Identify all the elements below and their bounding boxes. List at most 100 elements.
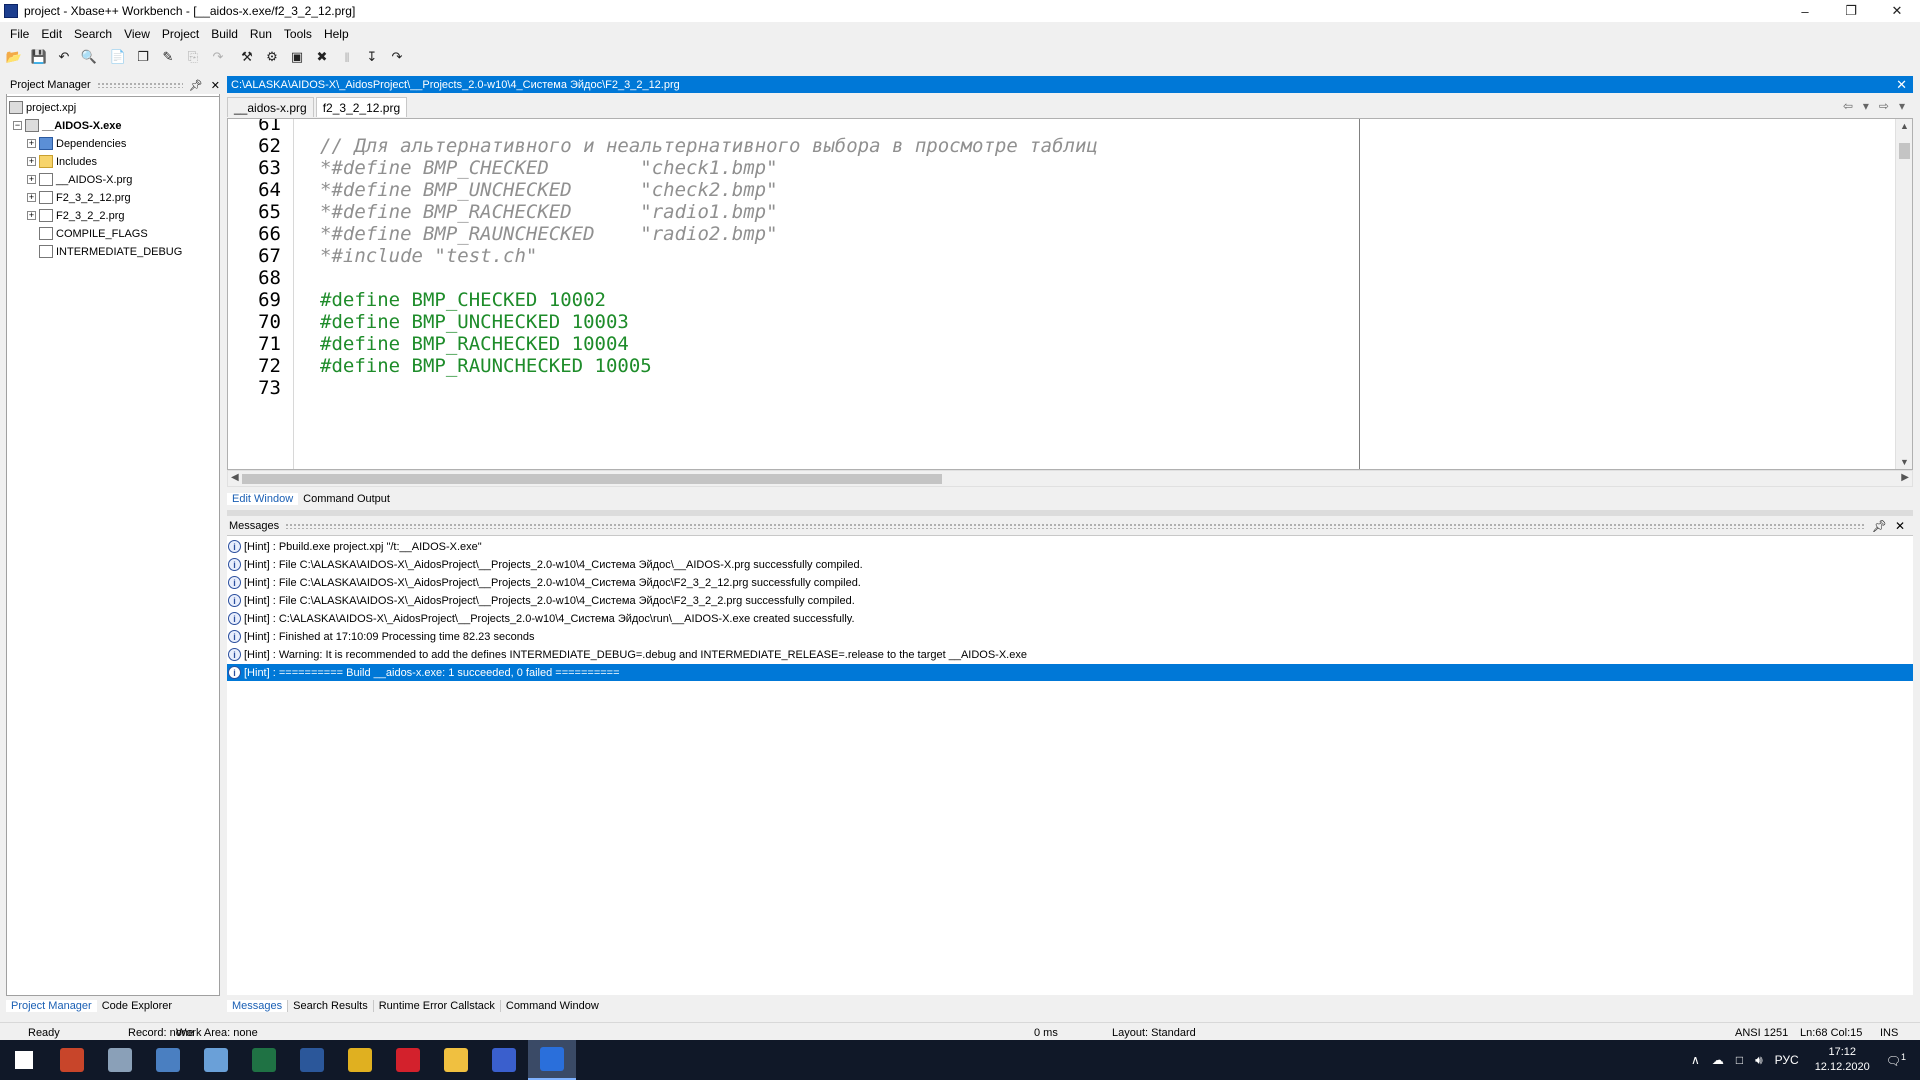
code-line[interactable]: #define BMP_RACHECKED 10004 <box>320 333 629 355</box>
arrow-left-icon[interactable]: ⇦ <box>1843 99 1853 113</box>
drag-handle[interactable] <box>285 523 1866 529</box>
pane-splitter[interactable] <box>227 510 1913 516</box>
winrar-icon[interactable] <box>48 1040 96 1080</box>
tree-node[interactable]: INTERMEDIATE_DEBUG <box>27 243 182 260</box>
tree-node[interactable]: − __AIDOS-X.exe <box>13 117 121 134</box>
code-line[interactable]: #define BMP_RAUNCHECKED 10005 <box>320 355 652 377</box>
app-globe-icon[interactable] <box>192 1040 240 1080</box>
message-row[interactable]: i [Hint] : File C:\ALASKA\AIDOS-X\_AidosP… <box>227 592 1913 609</box>
scroll-right-icon[interactable]: ▶ <box>1901 472 1909 483</box>
floppy-app-icon[interactable] <box>480 1040 528 1080</box>
edit-icon[interactable]: ✎ <box>158 47 178 67</box>
tab-runtime-error-callstack[interactable]: Runtime Error Callstack <box>374 1000 501 1012</box>
tab-project-manager[interactable]: Project Manager <box>6 1000 97 1012</box>
open-icon[interactable]: 📂 <box>4 47 24 67</box>
explorer-icon[interactable] <box>432 1040 480 1080</box>
expand-icon[interactable]: + <box>27 139 36 148</box>
app-tray-icon[interactable] <box>96 1040 144 1080</box>
close-icon[interactable]: ✕ <box>211 79 220 92</box>
save-icon[interactable]: 💾 <box>29 47 49 67</box>
close-icon[interactable]: ✕ <box>1896 77 1907 93</box>
message-row[interactable]: i [Hint] : File C:\ALASKA\AIDOS-X\_AidosP… <box>227 556 1913 573</box>
code-line[interactable]: *#include "test.ch" <box>320 245 537 267</box>
redo-icon[interactable]: ↷ <box>208 47 228 67</box>
code-line[interactable]: #define BMP_UNCHECKED 10003 <box>320 311 629 333</box>
excel-icon[interactable] <box>240 1040 288 1080</box>
expand-icon[interactable]: + <box>27 157 36 166</box>
paste-icon[interactable]: ⎘ <box>183 47 203 67</box>
tree-node[interactable]: + F2_3_2_12.prg <box>27 189 131 206</box>
calculator-icon[interactable] <box>144 1040 192 1080</box>
build-icon[interactable]: ⚒ <box>237 47 257 67</box>
tree-node[interactable]: + __AIDOS-X.prg <box>27 171 132 188</box>
step-over-icon[interactable]: ↷ <box>387 47 407 67</box>
menu-help[interactable]: Help <box>318 27 355 41</box>
opera-icon[interactable] <box>384 1040 432 1080</box>
expand-icon[interactable]: + <box>27 211 36 220</box>
tab-aidos-x-prg[interactable]: __aidos-x.prg <box>227 97 314 117</box>
arrow-right-icon[interactable]: ⇨ <box>1879 99 1889 113</box>
message-row[interactable]: i [Hint] : ========== Build __aidos-x.exe… <box>227 664 1913 681</box>
drag-handle[interactable] <box>96 82 183 88</box>
tab-f2-3-2-12-prg[interactable]: f2_3_2_12.prg <box>315 97 408 117</box>
collapse-icon[interactable]: − <box>13 121 22 130</box>
clock[interactable]: 17:12 12.12.2020 <box>1815 1045 1870 1075</box>
expand-icon[interactable]: + <box>27 175 36 184</box>
cloud-icon[interactable]: ☁ <box>1712 1053 1724 1067</box>
compile-icon[interactable]: ⚙ <box>262 47 282 67</box>
expand-icon[interactable]: + <box>27 193 36 202</box>
chevron-down-icon[interactable]: ▾ <box>1899 99 1905 113</box>
message-row[interactable]: i [Hint] : C:\ALASKA\AIDOS-X\_AidosProjec… <box>227 610 1913 627</box>
code-line[interactable]: *#define BMP_RACHECKED "radio1.bmp" <box>320 201 778 223</box>
restore-button[interactable]: ❐ <box>1828 0 1874 22</box>
volume-icon[interactable]: 🔊︎ <box>1755 1053 1763 1068</box>
tab-command-window[interactable]: Command Window <box>501 1000 604 1012</box>
new-file-icon[interactable]: 📄 <box>108 47 128 67</box>
debug-icon[interactable]: ✖ <box>312 47 332 67</box>
menu-view[interactable]: View <box>118 27 156 41</box>
menu-build[interactable]: Build <box>205 27 244 41</box>
message-row[interactable]: i [Hint] : Pbuild.exe project.xpj "/t:__A… <box>227 538 1913 555</box>
tree-node[interactable]: COMPILE_FLAGS <box>27 225 148 242</box>
tree-node[interactable]: + Dependencies <box>27 135 126 152</box>
tab-messages[interactable]: Messages <box>227 1000 289 1012</box>
step-icon[interactable]: ↧ <box>362 47 382 67</box>
tab-edit-window[interactable]: Edit Window <box>227 493 299 505</box>
menu-tools[interactable]: Tools <box>278 27 318 41</box>
code-editor[interactable]: 61 62 63 64 65 66 67 68 69 70 71 72 73 // Для альтер… <box>227 118 1913 470</box>
tree-node[interactable]: + Includes <box>27 153 97 170</box>
find-icon[interactable]: 🔍 <box>79 47 99 67</box>
chrome-icon[interactable] <box>336 1040 384 1080</box>
close-button[interactable]: ✕ <box>1874 0 1920 22</box>
menu-project[interactable]: Project <box>156 27 205 41</box>
copy-icon[interactable]: ❐ <box>133 47 153 67</box>
horizontal-scrollbar[interactable]: ◀ ▶ <box>227 470 1913 487</box>
pause-icon[interactable]: ‖ <box>337 47 357 67</box>
message-row[interactable]: i [Hint] : Finished at 17:10:09 Processin… <box>227 628 1913 645</box>
chevron-down-icon[interactable]: ▾ <box>1863 99 1869 113</box>
menu-file[interactable]: File <box>4 27 35 41</box>
workbench-icon[interactable] <box>528 1040 576 1080</box>
notifications-icon[interactable]: 🗨︎1 <box>1886 1052 1906 1068</box>
network-icon[interactable]: □ <box>1736 1053 1743 1067</box>
code-line[interactable]: #define BMP_CHECKED 10002 <box>320 289 606 311</box>
start-icon[interactable] <box>0 1040 48 1080</box>
scroll-left-icon[interactable]: ◀ <box>231 472 239 483</box>
vertical-scrollbar[interactable]: ▲ ▼ <box>1895 119 1912 469</box>
code-line[interactable]: *#define BMP_RAUNCHECKED "radio2.bmp" <box>320 223 778 245</box>
code-line[interactable]: *#define BMP_UNCHECKED "check2.bmp" <box>320 179 778 201</box>
language-indicator[interactable]: РУС <box>1775 1053 1799 1067</box>
tab-code-explorer[interactable]: Code Explorer <box>97 1000 177 1012</box>
code-line[interactable]: // Для альтернативного и неальтернативно… <box>320 135 1098 157</box>
pin-icon[interactable]: 📌︎ <box>1872 519 1887 533</box>
scroll-thumb[interactable] <box>242 474 942 484</box>
run-icon[interactable]: ▣ <box>287 47 307 67</box>
menu-run[interactable]: Run <box>244 27 278 41</box>
menu-search[interactable]: Search <box>68 27 118 41</box>
tree-node[interactable]: project.xpj <box>9 99 76 116</box>
pin-icon[interactable]: 📌︎ <box>189 79 203 92</box>
tree-node[interactable]: + F2_3_2_2.prg <box>27 207 125 224</box>
menu-edit[interactable]: Edit <box>35 27 68 41</box>
code-line[interactable]: *#define BMP_CHECKED "check1.bmp" <box>320 157 778 179</box>
chevron-up-icon[interactable]: ∧ <box>1691 1053 1700 1067</box>
